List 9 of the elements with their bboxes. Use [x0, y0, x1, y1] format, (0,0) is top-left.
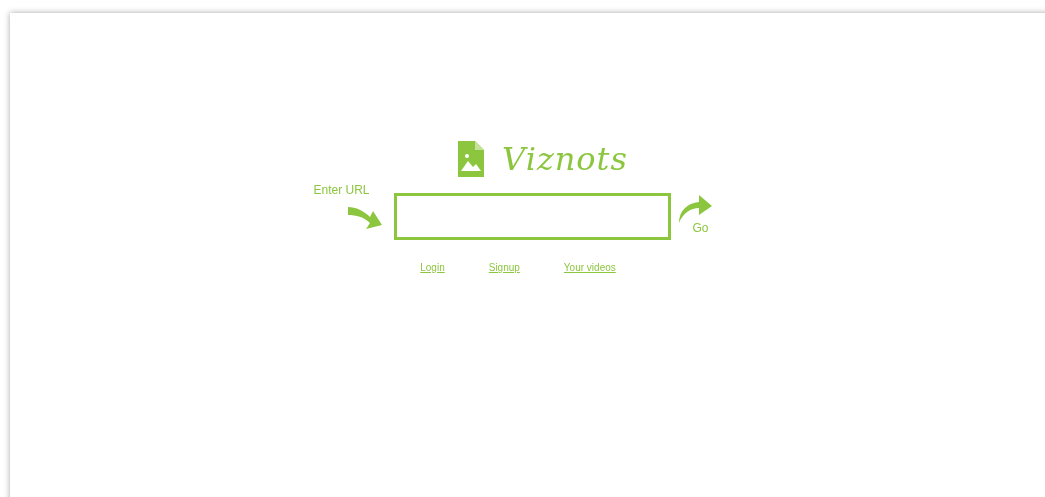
nav-link[interactable]: Your videos	[563, 260, 616, 275]
url-input-field[interactable]	[393, 193, 671, 240]
curved-arrow-icon	[676, 193, 713, 223]
url-label: Enter URL	[313, 182, 370, 199]
logo-text: Viznots	[502, 139, 628, 180]
picture-file-icon	[458, 141, 485, 177]
go-button[interactable]: Go	[676, 193, 713, 237]
nav-link[interactable]: Login	[420, 260, 445, 275]
nav-link[interactable]: Signup	[488, 260, 520, 275]
